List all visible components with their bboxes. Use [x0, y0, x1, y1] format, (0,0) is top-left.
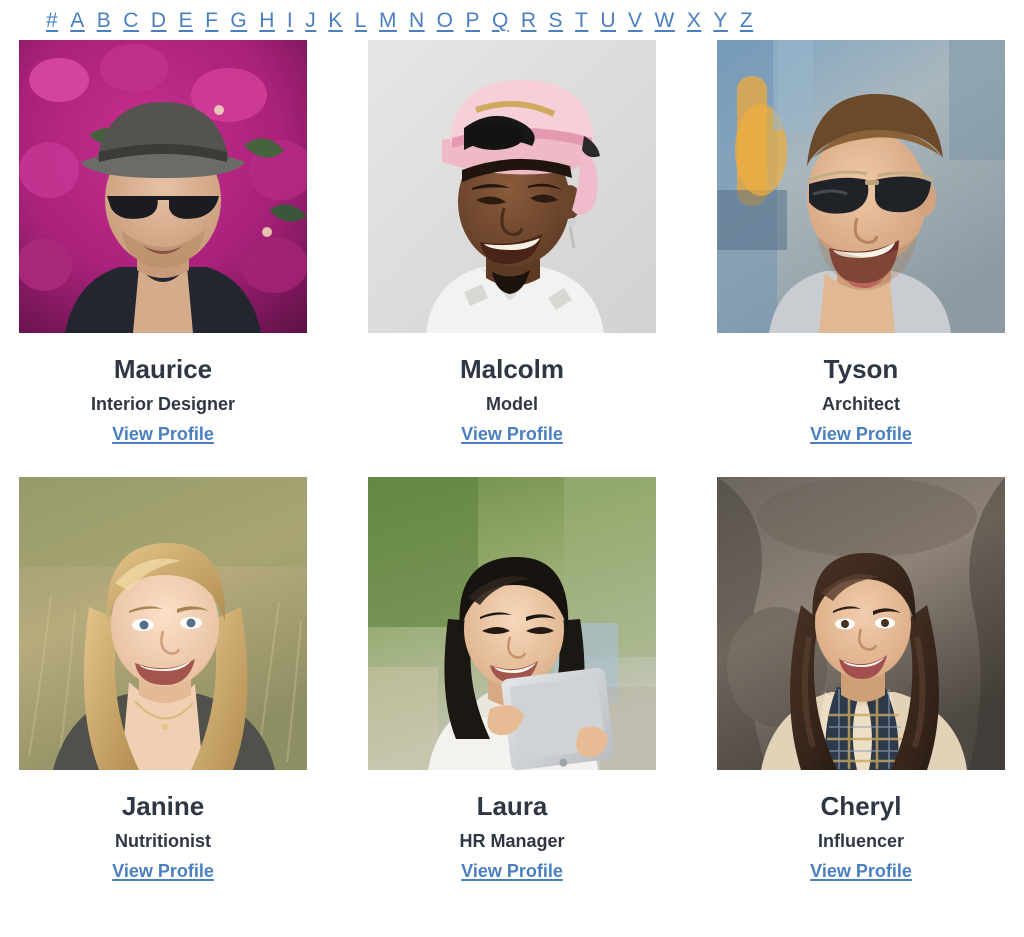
alpha-link-y[interactable]: Y [707, 9, 734, 33]
alpha-link-j[interactable]: J [299, 9, 322, 33]
alpha-link-m[interactable]: M [373, 9, 403, 33]
alpha-link-u[interactable]: U [594, 9, 622, 33]
profile-name: Tyson [823, 354, 899, 384]
alpha-link-v[interactable]: V [622, 9, 649, 33]
alpha-link-r[interactable]: R [515, 9, 543, 33]
alpha-link-hash[interactable]: # [40, 9, 64, 33]
view-profile-link[interactable]: View Profile [461, 860, 563, 882]
profile-card-cheryl[interactable]: Cheryl Influencer View Profile [717, 477, 1005, 882]
alpha-link-c[interactable]: C [117, 9, 145, 33]
alpha-link-f[interactable]: F [199, 9, 224, 33]
profile-name: Laura [476, 791, 548, 821]
view-profile-link[interactable]: View Profile [461, 423, 563, 445]
alpha-link-d[interactable]: D [145, 9, 173, 33]
alpha-link-t[interactable]: T [569, 9, 594, 33]
profile-role: Architect [821, 394, 901, 414]
profile-name: Malcolm [459, 354, 565, 384]
profile-role: HR Manager [459, 831, 565, 851]
alphabet-navigation: # A B C D E F G H I J K L M N O P Q R S … [0, 0, 1024, 40]
profile-role: Interior Designer [90, 394, 236, 414]
view-profile-link[interactable]: View Profile [810, 860, 912, 882]
profile-role: Model [486, 394, 538, 414]
alpha-link-k[interactable]: K [322, 9, 349, 33]
profile-role: Nutritionist [115, 831, 211, 851]
alpha-link-g[interactable]: G [224, 9, 253, 33]
profile-name: Janine [121, 791, 205, 821]
alpha-link-l[interactable]: L [349, 9, 373, 33]
view-profile-link[interactable]: View Profile [112, 423, 214, 445]
profile-name: Cheryl [820, 791, 902, 821]
profile-photo-tyson[interactable] [717, 40, 1005, 333]
view-profile-link[interactable]: View Profile [810, 423, 912, 445]
profile-card-tyson[interactable]: Tyson Architect View Profile [717, 40, 1005, 445]
alpha-link-q[interactable]: Q [486, 9, 515, 33]
alpha-link-n[interactable]: N [403, 9, 431, 33]
alpha-link-w[interactable]: W [649, 9, 681, 33]
profile-photo-malcolm[interactable] [368, 40, 656, 333]
profile-card-malcolm[interactable]: Malcolm Model View Profile [368, 40, 656, 445]
profile-card-laura[interactable]: Laura HR Manager View Profile [368, 477, 656, 882]
alpha-link-s[interactable]: S [543, 9, 570, 33]
profile-photo-maurice[interactable] [19, 40, 307, 333]
profile-photo-laura[interactable] [368, 477, 656, 770]
alpha-link-o[interactable]: O [431, 9, 460, 33]
profile-name: Maurice [113, 354, 213, 384]
alpha-link-z[interactable]: Z [734, 9, 759, 33]
grid-row-spacer [0, 445, 1024, 477]
alpha-link-p[interactable]: P [459, 9, 486, 33]
alpha-link-x[interactable]: X [681, 9, 708, 33]
view-profile-link[interactable]: View Profile [112, 860, 214, 882]
alpha-link-b[interactable]: B [91, 9, 118, 33]
profile-photo-cheryl[interactable] [717, 477, 1005, 770]
profile-role: Influencer [817, 831, 905, 851]
profile-photo-janine[interactable] [19, 477, 307, 770]
alpha-link-a[interactable]: A [64, 9, 91, 33]
alpha-link-e[interactable]: E [173, 9, 200, 33]
profile-card-janine[interactable]: Janine Nutritionist View Profile [19, 477, 307, 882]
profile-grid-row-1: Maurice Interior Designer View Profile M… [0, 40, 1024, 445]
alpha-link-i[interactable]: I [281, 9, 299, 33]
profile-card-maurice[interactable]: Maurice Interior Designer View Profile [19, 40, 307, 445]
profile-grid-row-2: Janine Nutritionist View Profile Laura H… [0, 477, 1024, 882]
alpha-link-h[interactable]: H [253, 9, 281, 33]
